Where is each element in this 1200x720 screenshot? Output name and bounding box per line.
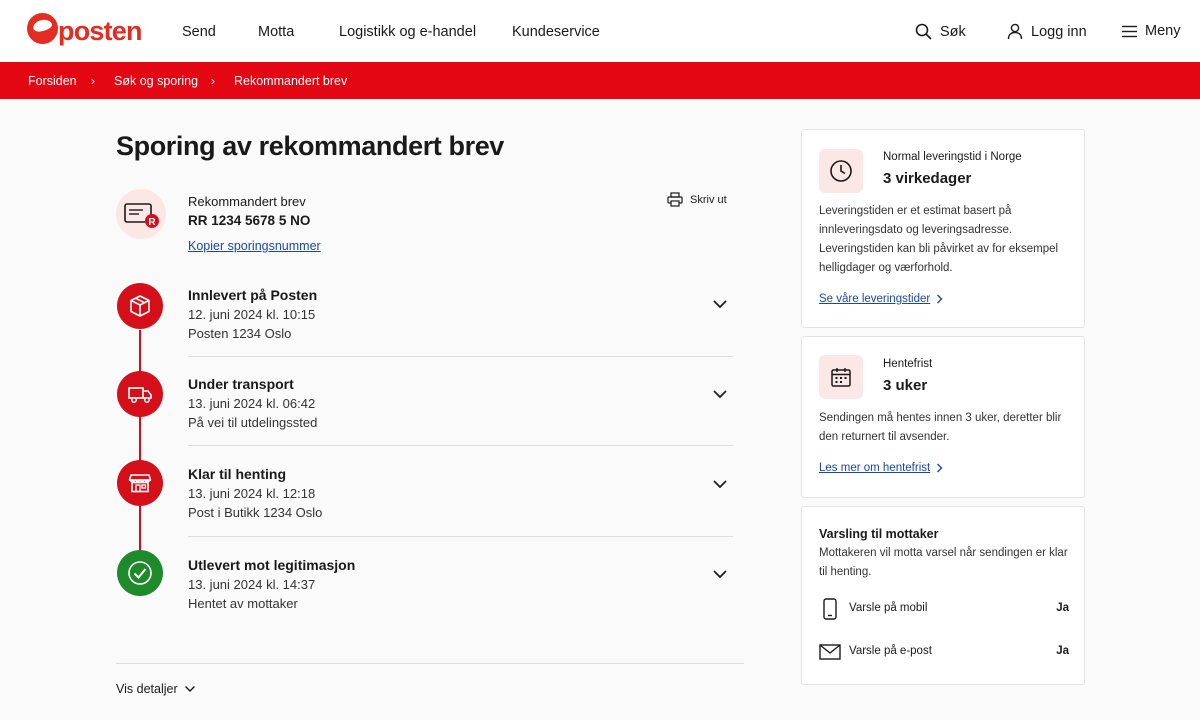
notify-email-label: Varsle på e-post <box>849 645 932 657</box>
posten-logo-text: posten <box>58 16 143 46</box>
event-time: 13. juni 2024 kl. 12:18 <box>188 486 316 501</box>
chevron-down-icon <box>184 686 195 692</box>
print-button[interactable]: Skriv ut <box>667 192 727 207</box>
event-title: Utlevert mot legitimasjon <box>188 557 356 573</box>
nav-motta[interactable]: Motta <box>258 24 294 40</box>
delivery-time-value: 3 virkedager <box>883 170 972 187</box>
pickup-deadline-text: Sendingen må hentes innen 3 uker, derett… <box>819 412 1062 443</box>
login-button[interactable]: Logg inn <box>1007 23 1087 40</box>
event-place: Posten 1234 Oslo <box>188 326 292 341</box>
nav-logistikk[interactable]: Logistikk og e-handel <box>339 24 476 40</box>
hamburger-icon <box>1122 25 1137 37</box>
event-time: 13. juni 2024 kl. 06:42 <box>188 396 316 411</box>
chevron-right-icon: › <box>211 74 215 88</box>
site-header: posten Send Motta Logistikk og e-handel … <box>0 0 1200 62</box>
print-label: Skriv ut <box>690 193 727 206</box>
event-divider <box>188 536 733 537</box>
search-icon <box>915 23 932 40</box>
truck-icon <box>117 371 163 417</box>
package-icon <box>117 283 163 329</box>
breadcrumb: Forsiden › Søk og sporing › Rekommandert… <box>0 62 1200 99</box>
chevron-right-icon <box>937 463 943 473</box>
nav-send[interactable]: Send <box>182 24 216 40</box>
menu-label: Meny <box>1145 23 1181 39</box>
chevron-right-icon: › <box>91 74 95 88</box>
posten-logo-mark <box>27 13 58 44</box>
notification-title: Varsling til mottaker <box>819 527 939 541</box>
chevron-down-icon[interactable] <box>711 387 729 405</box>
pickup-deadline-card: Hentefrist 3 uker Sendingen må hentes in… <box>801 336 1085 498</box>
chevron-right-icon <box>937 294 943 304</box>
copy-tracking-link[interactable]: Kopier sporingsnummer <box>188 239 321 253</box>
calendar-icon <box>819 355 863 399</box>
event-title: Klar til henting <box>188 466 286 482</box>
event-title: Innlevert på Posten <box>188 287 318 303</box>
event-divider <box>188 356 733 357</box>
notify-mobile-label: Varsle på mobil <box>849 602 928 614</box>
breadcrumb-home[interactable]: Forsiden <box>28 74 77 88</box>
breadcrumb-search[interactable]: Søk og sporing <box>114 74 198 88</box>
show-details-label: Vis detaljer <box>116 682 178 696</box>
event-place: Hentet av mottaker <box>188 596 298 611</box>
tracking-number: RR 1234 5678 5 NO <box>188 213 311 228</box>
breadcrumb-current: Rekommandert brev <box>234 74 348 88</box>
registered-letter-icon: R <box>116 189 166 239</box>
check-icon <box>117 550 163 596</box>
user-icon <box>1007 23 1023 40</box>
envelope-icon <box>819 644 841 660</box>
notify-mobile-value: Ja <box>1056 602 1069 614</box>
notify-email-value: Ja <box>1056 645 1069 657</box>
show-details-toggle[interactable]: Vis detaljer <box>116 682 196 696</box>
shipment-type: Rekommandert brev <box>188 194 306 209</box>
timeline-line <box>139 330 141 574</box>
mobile-icon <box>823 598 837 620</box>
event-time: 13. juni 2024 kl. 14:37 <box>188 577 316 592</box>
delivery-time-text: Leveringstiden er et estimat basert på i… <box>819 205 1059 274</box>
printer-icon <box>667 192 683 207</box>
event-place: Post i Butikk 1234 Oslo <box>188 505 323 520</box>
pickup-deadline-link-label: Les mer om hentefrist <box>819 462 931 474</box>
event-place: På vei til utdelingssted <box>188 415 318 430</box>
page-title: Sporing av rekommandert brev <box>116 131 504 161</box>
event-time: 12. juni 2024 kl. 10:15 <box>188 307 316 322</box>
store-icon <box>117 460 163 506</box>
event-title: Under transport <box>188 376 294 392</box>
login-label: Logg inn <box>1031 23 1087 40</box>
notification-text: Mottakeren vil motta varsel når sendinge… <box>819 547 1068 578</box>
nav-kundeservice[interactable]: Kundeservice <box>512 24 600 40</box>
delivery-times-link-label: Se våre leveringstider <box>819 293 931 305</box>
chevron-down-icon[interactable] <box>711 477 729 495</box>
recipient-notification-card: Varsling til mottaker Mottakeren vil mot… <box>801 506 1085 685</box>
chevron-down-icon[interactable] <box>711 567 729 585</box>
event-divider <box>188 445 733 446</box>
posten-logo[interactable]: posten <box>27 13 143 49</box>
delivery-time-card: Normal leveringstid i Norge 3 virkedager… <box>801 129 1085 328</box>
pickup-deadline-label: Hentefrist <box>883 358 933 370</box>
pickup-deadline-link[interactable]: Les mer om hentefrist <box>819 462 943 474</box>
delivery-times-link[interactable]: Se våre leveringstider <box>819 293 943 305</box>
svg-text:R: R <box>148 217 156 228</box>
search-button[interactable]: Søk <box>915 23 966 40</box>
section-divider <box>116 663 744 664</box>
menu-button[interactable]: Meny <box>1122 23 1180 39</box>
pickup-deadline-value: 3 uker <box>883 377 928 394</box>
clock-icon <box>819 149 863 193</box>
search-label: Søk <box>940 23 966 40</box>
delivery-time-label: Normal leveringstid i Norge <box>883 151 1022 163</box>
chevron-down-icon[interactable] <box>711 297 729 315</box>
